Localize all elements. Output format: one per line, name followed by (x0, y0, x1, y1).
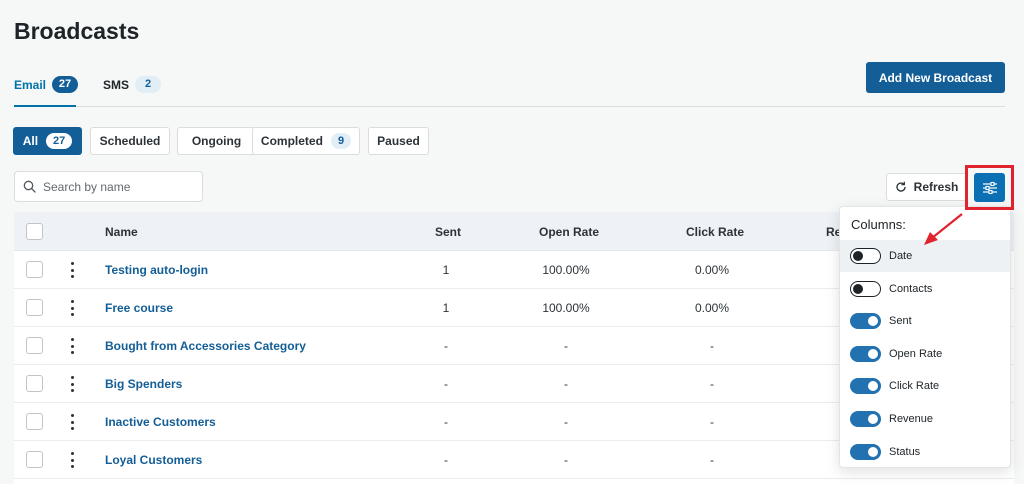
cell-click-rate: 0.00% (694, 263, 730, 277)
filter-paused[interactable]: Paused (368, 127, 429, 155)
header-sent[interactable]: Sent (435, 225, 461, 239)
red-arrow-annotation (924, 213, 963, 245)
cell-sent: 1 (442, 301, 450, 315)
column-option-revenue[interactable]: Revenue (840, 403, 1010, 435)
refresh-label: Refresh (913, 180, 959, 194)
tab-sms-label: SMS (103, 77, 130, 92)
filter-all-label: All (22, 134, 39, 148)
broadcast-name-link[interactable]: Free course (105, 301, 173, 315)
filter-all-count: 27 (46, 133, 73, 149)
row-checkbox[interactable] (26, 375, 43, 392)
header-click-rate[interactable]: Click Rate (686, 225, 744, 239)
search-input[interactable] (43, 179, 193, 194)
row-actions-icon[interactable] (70, 262, 74, 278)
row-checkbox[interactable] (26, 337, 43, 354)
cell-click-rate: - (710, 377, 714, 391)
column-option-open-rate[interactable]: Open Rate (840, 338, 1010, 370)
column-toggle[interactable] (850, 281, 881, 297)
search-icon (23, 180, 36, 193)
cell-sent: - (444, 453, 448, 467)
cell-click-rate: - (710, 415, 714, 429)
row-checkbox[interactable] (26, 261, 43, 278)
column-option-label: Status (889, 446, 921, 458)
cell-sent: 1 (442, 263, 450, 277)
filter-all[interactable]: All 27 (13, 127, 82, 155)
column-option-label: Sent (889, 315, 912, 327)
tab-email-label: Email (14, 77, 47, 92)
select-all-checkbox[interactable] (26, 223, 43, 240)
column-option-click-rate[interactable]: Click Rate (840, 370, 1010, 402)
row-actions-icon[interactable] (70, 376, 74, 392)
broadcast-name-link[interactable]: Big Spenders (105, 377, 182, 391)
cell-click-rate: 0.00% (694, 301, 730, 315)
tab-sms-count: 2 (135, 76, 162, 93)
column-option-label: Date (889, 250, 913, 262)
cell-open-rate: - (564, 377, 568, 391)
tab-email-count: 27 (52, 76, 79, 93)
page-title: Broadcasts (14, 18, 140, 44)
refresh-button[interactable]: Refresh (886, 173, 967, 201)
cell-sent: - (444, 415, 448, 429)
columns-settings-button[interactable] (974, 173, 1005, 202)
cell-sent: - (444, 377, 448, 391)
cell-sent: - (444, 339, 448, 353)
column-option-label: Contacts (889, 283, 933, 295)
columns-title: Columns: (851, 217, 906, 232)
column-toggle[interactable] (850, 346, 881, 362)
cell-open-rate: 100.00% (542, 263, 590, 277)
channel-tabs: Email 27 SMS 2 (14, 72, 1005, 107)
tab-email[interactable]: Email 27 (14, 76, 79, 93)
cell-click-rate: - (710, 453, 714, 467)
broadcast-name-link[interactable]: Inactive Customers (105, 415, 216, 429)
sliders-icon (982, 181, 997, 194)
filter-completed[interactable]: Completed 9 (252, 127, 360, 155)
active-tab-indicator (14, 105, 76, 107)
cell-open-rate: 100.00% (542, 301, 590, 315)
filter-scheduled[interactable]: Scheduled (90, 127, 170, 155)
row-actions-icon[interactable] (70, 300, 74, 316)
column-toggle[interactable] (850, 411, 881, 427)
cell-open-rate: - (564, 453, 568, 467)
row-actions-icon[interactable] (70, 452, 74, 468)
column-option-label: Open Rate (889, 348, 943, 360)
filter-completed-label: Completed (260, 134, 323, 148)
header-open-rate[interactable]: Open Rate (539, 225, 599, 239)
column-toggle[interactable] (850, 378, 881, 394)
search-box (14, 171, 203, 202)
column-option-label: Revenue (889, 413, 934, 425)
cell-open-rate: - (564, 339, 568, 353)
filter-ongoing[interactable]: Ongoing (177, 127, 256, 155)
column-option-label: Click Rate (889, 380, 940, 392)
cell-click-rate: - (710, 339, 714, 353)
add-new-broadcast-button[interactable]: Add New Broadcast (866, 62, 1005, 93)
broadcast-name-link[interactable]: Bought from Accessories Category (105, 339, 306, 353)
row-checkbox[interactable] (26, 451, 43, 468)
header-name[interactable]: Name (105, 225, 138, 239)
row-checkbox[interactable] (26, 299, 43, 316)
broadcast-name-link[interactable]: Testing auto-login (105, 263, 208, 277)
broadcast-name-link[interactable]: Loyal Customers (105, 453, 202, 467)
tab-sms[interactable]: SMS 2 (103, 76, 162, 93)
cell-open-rate: - (564, 415, 568, 429)
row-checkbox[interactable] (26, 413, 43, 430)
refresh-icon (896, 181, 906, 192)
column-option-sent[interactable]: Sent (840, 305, 1010, 337)
row-actions-icon[interactable] (70, 338, 74, 354)
column-toggle[interactable] (850, 248, 881, 264)
column-option-contacts[interactable]: Contacts (840, 273, 1010, 305)
column-toggle[interactable] (850, 313, 881, 329)
column-option-status[interactable]: Status (840, 436, 1010, 468)
row-actions-icon[interactable] (70, 414, 74, 430)
column-toggle[interactable] (850, 444, 881, 460)
filter-completed-count: 9 (330, 133, 352, 149)
